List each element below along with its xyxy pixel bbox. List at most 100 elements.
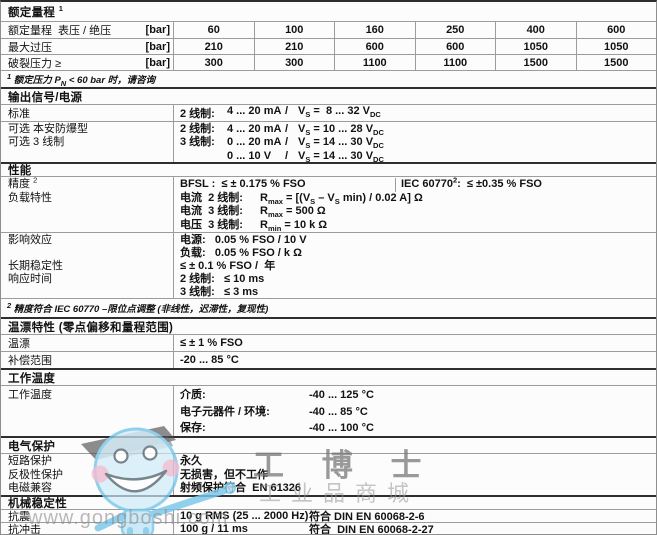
row-label: 抗冲击 [8,524,41,535]
footnote-text: 2 精度符合 IEC 60770 –限位点调整 (非线性，迟滞性，复现性) [7,300,269,315]
value-cell: 1100 [414,55,496,70]
value-cell: 300 [253,55,335,70]
datasheet-table: 额定量程 1 额定量程 表压 / 绝压 [bar] 60 100 160 250… [0,0,657,535]
row-sublabel: 表压 / 绝压 [58,25,112,37]
section-title: 额定量程 1 [8,3,64,19]
protection-value: 射频保护符合 EN 61326 [180,482,302,495]
value-cell: 1500 [575,55,657,70]
row-label: 长期稳定性 [8,260,63,272]
row-label: 电磁兼容 [8,482,52,495]
value-cell: 1050 [495,39,576,54]
table-row: 标准 2 线制: 4 ... 20 mA / VS = 8 ... 32 VDC [1,104,656,121]
value-cell: 60 [173,22,254,38]
row-value-cell: 电源: 0.05 % FSO / 10 V 负载: 0.05 % FSO / k… [173,233,656,298]
section-header-performance: 性能 [1,162,656,177]
temp-line: 介质: -40 ... 125 °C [180,389,374,401]
row-standard: 符合 DIN EN 60068-2-27 [309,524,434,535]
protection-value: 永久 [180,455,202,467]
value-cell: 400 [495,22,576,38]
section-title: 工作温度 [8,372,56,385]
row-label-cell: 抗冲击 [1,523,173,535]
section-header-operating-temp: 工作温度 [1,368,656,385]
table-row: 破裂压力 ≥ [bar] 300 300 1100 1100 1500 1500 [1,54,656,70]
influence-line: 负载: 0.05 % FSO / k Ω [180,247,302,259]
row-label: 短路保护 [8,455,52,467]
row-label: 响应时间 [8,273,52,285]
signal-line: 0 ... 10 V / VS = 14 ... 30 VDC [227,149,384,164]
value-cell: 600 [334,39,415,54]
row-value-cell: ≤ ± 1 % FSO [173,335,656,351]
row-value-cell: 永久 无损害，但不工作 射频保护符合 EN 61326 [173,454,656,495]
value-cell: 210 [253,39,335,54]
table-row: 影响效应 长期稳定性 响应时间 电源: 0.05 % FSO / 10 V 负载… [1,232,656,298]
row-label [8,247,173,260]
value-cell: 250 [414,22,496,38]
value-cell: 1100 [334,55,415,70]
table-row: 温漂 ≤ ± 1 % FSO [1,334,656,351]
table-row: 最大过压 [bar] 210 210 600 600 1050 1050 [1,38,656,54]
value-cell: 100 [253,22,335,38]
row-label-cell: 标准 [1,105,173,121]
signal-line: 3 线制: 0 ... 20 mA / VS = 14 ... 30 VDC [180,136,384,151]
row-value-cell: 100 g / 11 ms 符合 DIN EN 60068-2-27 [173,523,656,535]
row-label: 破裂压力 ≥ [8,57,62,70]
signal-line: 2 线制: 4 ... 20 mA / VS = 8 ... 32 VDC [180,105,381,120]
value-cell: 300 [173,55,254,70]
row-label-cell: 精度 2 负载特性 [1,175,173,232]
load-line: 电流 2 线制: Rmax = [(VS – VS min) / 0.02 A]… [180,191,423,206]
table-row: 补偿范围 -20 ... 85 °C [1,351,656,368]
row-label: 可选 3 线制 [8,136,65,149]
influence-line: 电源: 0.05 % FSO / 10 V [180,234,307,246]
row-label-cell: 短路保护 反极性保护 电磁兼容 [1,454,173,495]
footnote-1: 1 额定压力 PN < 60 bar 时，请咨询 [1,70,656,87]
unit-label: [bar] [145,56,170,69]
row-value-cell: -20 ... 85 °C [173,352,656,368]
row-label: 影响效应 [8,234,52,246]
table-row: 额定量程 表压 / 绝压 [bar] 60 100 160 250 400 60… [1,21,656,38]
bfsl-value: BFSL : ≤ ± 0.175 % FSO [180,178,306,190]
load-line: 电流 3 线制: Rmax = 500 Ω [180,205,326,220]
value-cell: 1050 [575,39,657,54]
section-header-temp-drift: 温漂特性 (零点偏移和量程范围) [1,317,656,334]
row-label-cell: 补偿范围 [1,352,173,368]
iec-value: IEC 607702: ≤ ±0.35 % FSO [395,176,656,192]
row-value-cell: 2 线制: 4 ... 20 mA / VS = 10 ... 28 VDC 3… [173,122,656,164]
row-label: 精度 2 [8,175,38,190]
table-row: 可选 本安防爆型 可选 3 线制 2 线制: 4 ... 20 mA / VS … [1,121,656,164]
row-label: 工作温度 [8,389,52,401]
table-row: 精度 2 负载特性 BFSL : ≤ ± 0.175 % FSO IEC 607… [1,175,656,234]
section-header-rated-range: 额定量程 1 [1,2,656,21]
row-value-cell: BFSL : ≤ ± 0.175 % FSO IEC 607702: ≤ ±0.… [173,176,656,234]
row-label-cell: 影响效应 长期稳定性 响应时间 [1,233,173,298]
row-value-cell: 2 线制: 4 ... 20 mA / VS = 8 ... 32 VDC [173,105,656,121]
row-value: ≤ ± 1 % FSO [180,337,243,349]
row-label: 反极性保护 [8,468,63,481]
influence-line: 2 线制: ≤ 10 ms [180,273,265,285]
table-row: 工作温度 介质: -40 ... 125 °C 电子元器件 / 环境: -40 … [1,385,656,436]
row-value: 10 g RMS (25 ... 2000 Hz) [180,510,309,522]
row-label: 最大过压 [8,41,52,54]
unit-label: [bar] [145,40,170,53]
row-label-cell: 破裂压力 ≥ [bar] [1,55,173,70]
row-label: 额定量程 [8,25,52,37]
signal-line: 2 线制: 4 ... 20 mA / VS = 10 ... 28 VDC [180,123,384,138]
table-row: 抗冲击 100 g / 11 ms 符合 DIN EN 60068-2-27 [1,522,656,535]
row-label: 可选 本安防爆型 [8,123,89,135]
load-line: 电压 3 线制: Rmin = 10 k Ω [180,219,328,234]
section-header-output-signal: 输出信号/电源 [1,87,656,104]
section-title: 温漂特性 (零点偏移和量程范围) [8,321,174,334]
row-label-cell: 额定量程 表压 / 绝压 [bar] [1,22,173,38]
influence-line: ≤ ± 0.1 % FSO / 年 [180,260,276,272]
section-title: 电气保护 [8,440,56,453]
footnote-text: 1 额定压力 PN < 60 bar 时，请咨询 [7,71,156,88]
footnote-2: 2 精度符合 IEC 60770 –限位点调整 (非线性，迟滞性，复现性) [1,298,656,317]
row-label: 补偿范围 [8,355,52,367]
row-label: 温漂 [8,338,30,350]
table-row: 短路保护 反极性保护 电磁兼容 永久 无损害，但不工作 射频保护符合 EN 61… [1,453,656,495]
section-header-mechanical-stability: 机械稳定性 [1,495,656,510]
value-cell: 600 [575,22,657,38]
row-value: -20 ... 85 °C [180,354,239,366]
row-value: 100 g / 11 ms [180,523,248,535]
temp-line: 电子元器件 / 环境: -40 ... 85 °C [180,405,368,418]
value-cell: 210 [173,39,254,54]
